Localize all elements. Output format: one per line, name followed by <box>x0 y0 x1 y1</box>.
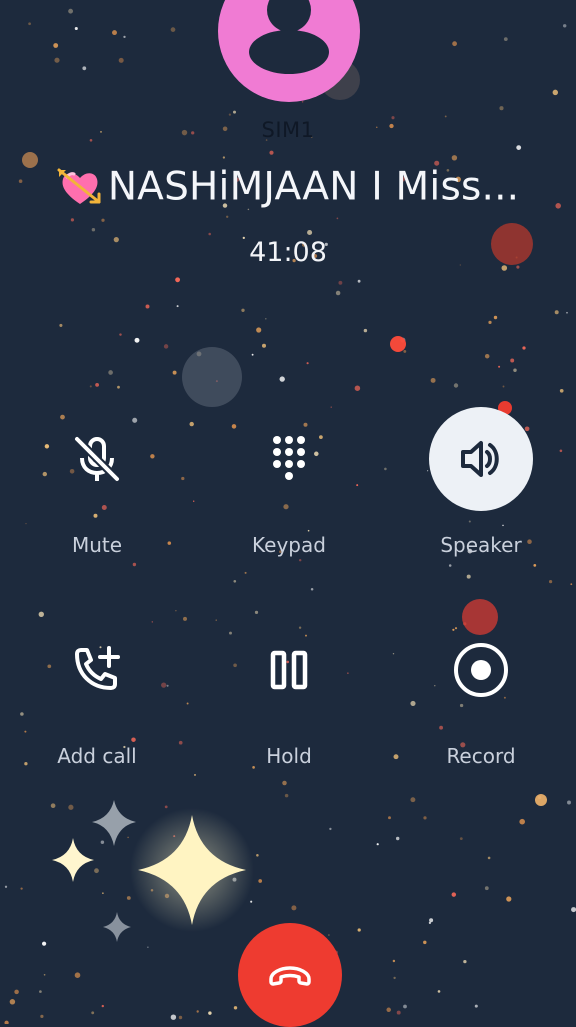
caller-name: NASHiMJAAN I Miss... <box>107 164 520 210</box>
speaker-control: Speaker <box>406 407 556 557</box>
end-call-icon <box>269 966 311 986</box>
hold-control: Hold <box>214 618 364 768</box>
hold-button[interactable] <box>237 618 341 722</box>
add-call-control: Add call <box>22 618 172 768</box>
speaker-button[interactable] <box>429 407 533 511</box>
record-button[interactable] <box>429 618 533 722</box>
mute-button[interactable] <box>45 407 149 511</box>
speaker-label: Speaker <box>440 533 522 557</box>
dialpad-icon <box>273 436 305 480</box>
add-call-icon <box>75 646 120 690</box>
call-duration: 41:08 <box>249 237 327 268</box>
keypad-label: Keypad <box>252 533 326 557</box>
pause-icon <box>270 650 308 690</box>
mute-control: Mute <box>22 407 172 557</box>
mute-label: Mute <box>71 533 123 557</box>
record-label: Record <box>446 744 516 768</box>
hold-label: Hold <box>266 744 312 768</box>
add-call-button[interactable] <box>45 618 149 722</box>
speaker-icon <box>461 441 499 477</box>
record-control: Record <box>406 618 556 768</box>
record-icon <box>454 643 508 697</box>
sim-label: SIM1 <box>261 118 315 142</box>
add-call-label: Add call <box>57 744 137 768</box>
end-call-button[interactable] <box>238 923 342 1027</box>
keypad-control: Keypad <box>214 407 364 557</box>
keypad-button[interactable] <box>237 407 341 511</box>
heart-arrow-icon <box>57 164 103 210</box>
mic-off-icon <box>74 436 120 482</box>
caller-info: NASHiMJAAN I Miss... <box>0 164 576 210</box>
